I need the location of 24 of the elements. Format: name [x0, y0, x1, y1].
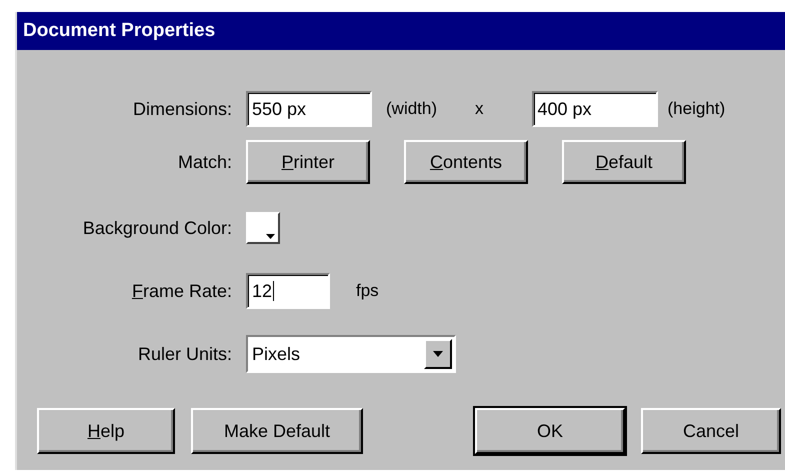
match-button[interactable]: Default [562, 140, 686, 184]
height-field[interactable]: 400 px [532, 91, 658, 127]
match-button[interactable]: Printer [246, 140, 370, 184]
field-label: Ruler Units: [138, 344, 232, 364]
width-caption: (width) [386, 99, 438, 119]
unit-label: fps [356, 281, 379, 301]
field-label: Match: [178, 152, 232, 172]
field-label: Background Color: [82, 218, 232, 238]
ruler-units-dropdown[interactable]: Pixels [246, 335, 456, 373]
field-label: Dimensions: [132, 98, 232, 120]
height-caption: (height) [668, 99, 726, 119]
dialog-button[interactable]: Help [37, 408, 175, 454]
width-field[interactable]: 550 px [246, 91, 372, 127]
match-button[interactable]: Contents [404, 140, 528, 184]
caret-icon [433, 351, 443, 357]
field-label: Frame Rate: [132, 280, 232, 302]
color-swatch[interactable] [246, 212, 280, 244]
frame-rate-field[interactable]: 12 [246, 273, 330, 309]
dialog-button[interactable]: Cancel [641, 408, 781, 454]
caret-icon [266, 234, 275, 239]
dialog-button[interactable]: Make Default [191, 408, 363, 454]
window-title: Document Properties [17, 12, 785, 50]
dialog-button[interactable]: OK [475, 408, 625, 454]
times-sign: x [475, 99, 484, 119]
